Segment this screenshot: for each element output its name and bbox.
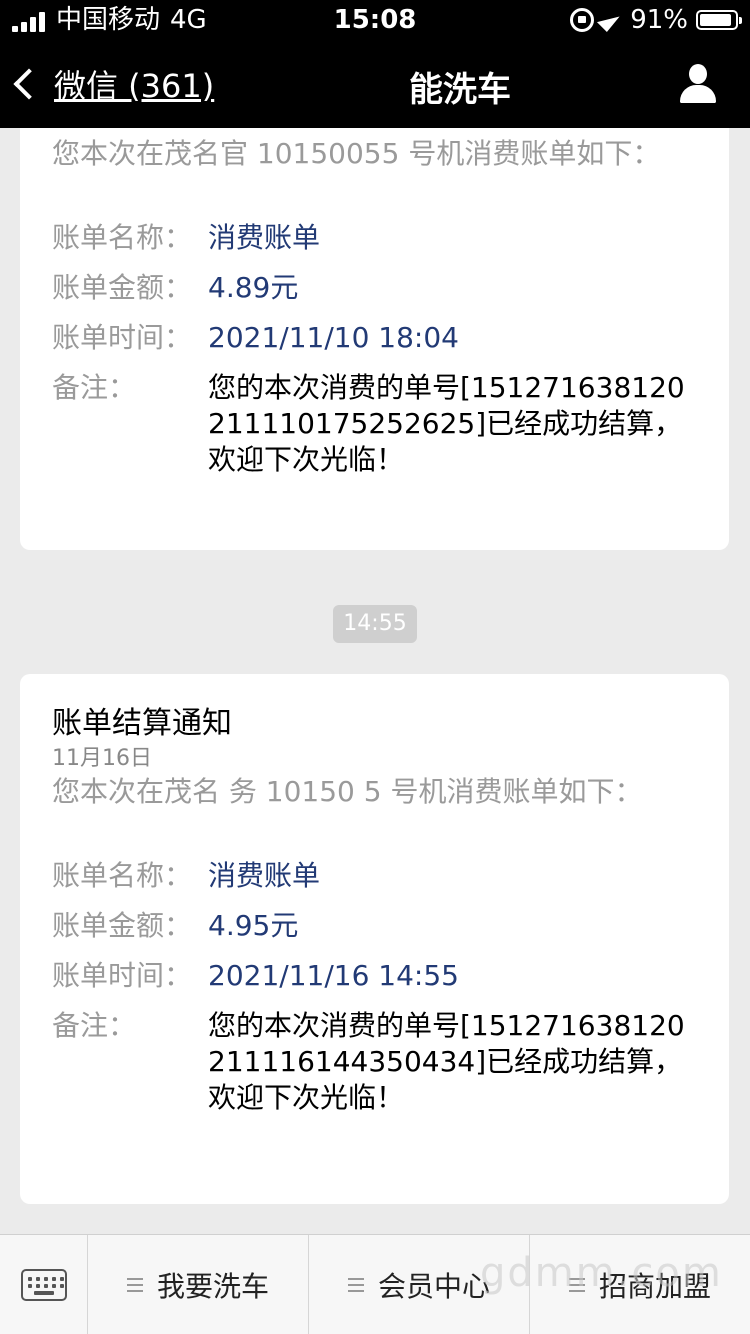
- top-bar: 中国移动 4G 15:08 91% 微信 (361) 能洗车: [0, 0, 750, 128]
- battery-fill: [700, 14, 731, 26]
- location-icon: [597, 7, 622, 33]
- field-value: 您的本次消费的单号[151271638120211110175252625]已经…: [208, 371, 685, 476]
- chat-title-text: 能洗车: [409, 70, 511, 110]
- menu-item-wash[interactable]: 我要洗车: [88, 1235, 309, 1334]
- field-value: 您的本次消费的单号[151271638120211116144350434]已经…: [208, 1009, 685, 1114]
- battery-percent: 91%: [630, 5, 688, 35]
- watermark: gdmm.com: [480, 1250, 723, 1296]
- battery-icon: [696, 10, 742, 30]
- menu-item-label: 我要洗车: [156, 1270, 269, 1303]
- menu-item-label: 会员中心: [377, 1270, 490, 1303]
- status-right-group: 91%: [570, 0, 742, 40]
- field-label: 账单时间：: [52, 959, 193, 992]
- chat-title: 能洗车: [0, 62, 750, 111]
- nav-bar: 微信 (361) 能洗车: [0, 40, 750, 128]
- field-label: 账单金额：: [52, 271, 193, 304]
- field-row: 备注： 您的本次消费的单号[15127163812021111614435043…: [52, 1008, 697, 1116]
- field-value: 4.89元: [208, 271, 299, 304]
- field-value: 消费账单: [208, 859, 321, 892]
- field-label: 账单时间：: [52, 321, 193, 354]
- menu-lines-icon: [347, 1278, 364, 1292]
- rotation-lock-icon: [570, 8, 595, 32]
- field-row: 账单金额： 4.95元: [52, 908, 697, 944]
- field-value: 消费账单: [208, 221, 321, 254]
- bill-card[interactable]: 账单结算通知 11月16日 您本次在茂名 务 10150 5 号机消费账单如下：…: [20, 674, 729, 1204]
- keyboard-toggle-button[interactable]: [0, 1235, 88, 1334]
- time-badge: 14:55: [333, 605, 417, 643]
- field-row: 备注： 您的本次消费的单号[15127163812021111017525262…: [52, 370, 697, 478]
- field-row: 账单名称： 消费账单: [52, 220, 697, 256]
- field-row: 账单时间： 2021/11/16 14:55: [52, 958, 697, 994]
- field-label: 账单金额：: [52, 909, 193, 942]
- field-row: 账单时间： 2021/11/10 18:04: [52, 320, 697, 356]
- field-value: 4.95元: [208, 909, 299, 942]
- bill-intro: 您本次在茂名官 10150055 号机消费账单如下：: [52, 137, 661, 170]
- menu-lines-icon: [126, 1278, 143, 1292]
- card-title: 账单结算通知: [52, 706, 232, 741]
- field-row: 账单名称： 消费账单: [52, 858, 697, 894]
- profile-button[interactable]: [678, 64, 718, 104]
- field-label: 备注：: [52, 1009, 137, 1042]
- field-value: 2021/11/10 18:04: [208, 321, 459, 354]
- bill-intro: 您本次在茂名 务 10150 5 号机消费账单如下：: [52, 775, 643, 808]
- bill-card[interactable]: 您本次在茂名官 10150055 号机消费账单如下： 账单名称： 消费账单 账单…: [20, 128, 729, 550]
- field-label: 备注：: [52, 371, 137, 404]
- card-date: 11月16日: [52, 746, 152, 771]
- chat-content[interactable]: 您本次在茂名官 10150055 号机消费账单如下： 账单名称： 消费账单 账单…: [0, 128, 750, 1234]
- keyboard-icon: [20, 1269, 67, 1301]
- wechat-chat-screen: 中国移动 4G 15:08 91% 微信 (361) 能洗车 您本次在茂名官 1…: [0, 0, 750, 1334]
- field-value: 2021/11/16 14:55: [208, 959, 459, 992]
- field-label: 账单名称：: [52, 859, 193, 892]
- field-row: 账单金额： 4.89元: [52, 270, 697, 306]
- status-bar: 中国移动 4G 15:08 91%: [0, 0, 750, 40]
- person-icon: [689, 64, 707, 84]
- field-label: 账单名称：: [52, 221, 193, 254]
